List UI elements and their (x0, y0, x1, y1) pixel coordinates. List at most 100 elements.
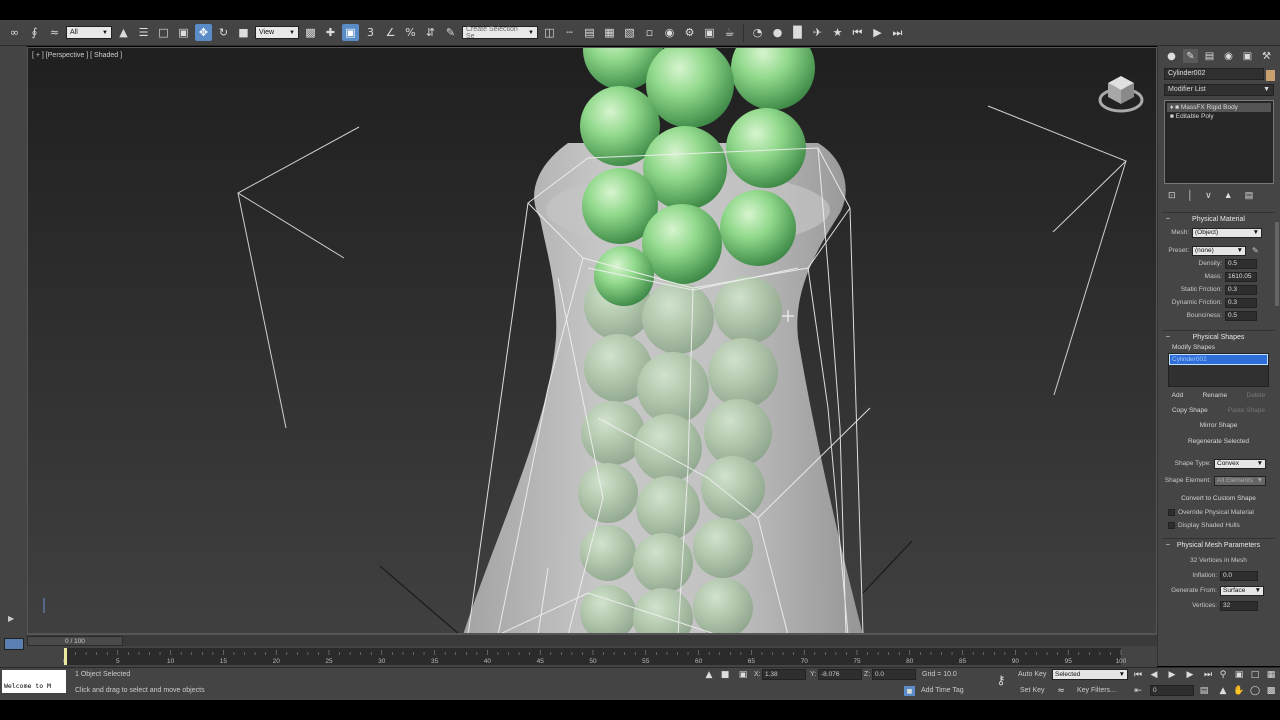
play-preview-icon[interactable]: ▶ (8, 614, 18, 624)
regenerate-selected-button[interactable]: Regenerate Selected (1162, 435, 1275, 447)
object-color-swatch[interactable] (1266, 70, 1275, 81)
maximize-viewport-icon[interactable]: ▩ (1264, 685, 1278, 697)
modifier-list-dropdown[interactable]: Modifier List ▼ (1164, 84, 1274, 96)
zoom-extents-icon[interactable]: □ (1248, 669, 1262, 681)
time-slider-thumb[interactable]: 0 / 100 (27, 636, 123, 646)
reference-coord-dropdown[interactable]: View ▼ (255, 26, 299, 39)
trackbar[interactable]: 0510152025303540455055606570758085909510… (27, 646, 1157, 667)
static-friction-field[interactable]: 0.3 (1225, 284, 1257, 295)
pin-stack-icon[interactable]: ⊡ (1168, 190, 1176, 200)
delete-shape-button[interactable]: Delete (1247, 390, 1266, 402)
z-coord-field[interactable]: 0.0 (872, 669, 916, 680)
preset-dropdown[interactable]: (none) ▼ (1192, 245, 1246, 256)
remove-modifier-icon[interactable]: ▲ (1224, 190, 1233, 200)
current-frame-field[interactable]: 0 (1150, 685, 1194, 696)
configure-sets-icon[interactable]: ▤ (1245, 190, 1254, 200)
set-key-button[interactable]: Set Key (1020, 687, 1045, 694)
motion-tab-icon[interactable]: ◉ (1221, 49, 1236, 63)
object-name-field[interactable]: Cylinder002 (1164, 68, 1264, 80)
bounciness-field[interactable]: 0.5 (1225, 310, 1257, 321)
bind-spacewarp-icon[interactable]: ≈ (46, 24, 63, 41)
physical-shapes-title[interactable]: Physical Shapes (1162, 331, 1275, 344)
mirror-shape-button[interactable]: Mirror Shape (1162, 419, 1275, 431)
layer-manager-icon[interactable]: ▤ (581, 24, 598, 41)
convert-custom-shape-button[interactable]: Convert to Custom Shape (1162, 492, 1275, 504)
mesh-dropdown[interactable]: (Object) ▼ (1192, 227, 1262, 238)
snaps-toggle-icon[interactable]: 3 (362, 24, 379, 41)
graphite-ribbon-icon[interactable]: ▦ (601, 24, 618, 41)
select-manipulate-icon[interactable]: ✚ (322, 24, 339, 41)
viewcube-icon[interactable] (1098, 70, 1144, 116)
play-animation-icon[interactable]: ▶ (1165, 669, 1179, 681)
set-key-mode-icon[interactable]: ⚷ (992, 673, 1010, 687)
rect-selection-region-icon[interactable]: □ (155, 24, 172, 41)
go-to-end-icon[interactable]: ⏭ (1201, 669, 1215, 681)
auto-key-button[interactable]: Auto Key (1018, 671, 1046, 678)
link-icon[interactable]: ∞ (6, 24, 23, 41)
shape-type-dropdown[interactable]: Convex ▼ (1214, 458, 1266, 469)
zoom-all-icon[interactable]: ▣ (1232, 669, 1246, 681)
isolate-selection-icon[interactable]: ▲ (702, 669, 716, 681)
pan-view-icon[interactable]: ✋ (1232, 685, 1246, 697)
zoom-extents-all-icon[interactable]: ▦ (1264, 669, 1278, 681)
spinner-snap-icon[interactable]: ⇵ (422, 24, 439, 41)
add-time-tag[interactable]: Add Time Tag (921, 687, 964, 694)
edit-named-selection-icon[interactable]: ✎ (442, 24, 459, 41)
make-unique-icon[interactable]: ∨ (1205, 190, 1212, 200)
stack-item-editable-poly[interactable]: ■ Editable Poly (1167, 112, 1271, 121)
key-mode-toggle-icon[interactable]: ⇤ (1131, 685, 1145, 697)
massfx-cloth-icon[interactable]: ✈ (809, 24, 826, 41)
density-field[interactable]: 0.5 (1225, 258, 1257, 269)
render-setup-icon[interactable]: ⚙ (681, 24, 698, 41)
copy-shape-button[interactable]: Copy Shape (1172, 405, 1208, 417)
eyedropper-icon[interactable]: ✎ (1252, 246, 1259, 255)
massfx-ragdoll-icon[interactable]: ★ (829, 24, 846, 41)
y-coord-field[interactable]: -8.076 (818, 669, 862, 680)
select-object-icon[interactable]: ▲ (115, 24, 132, 41)
massfx-reset-icon[interactable]: ⏮ (849, 24, 866, 41)
schematic-view-icon[interactable]: ▫ (641, 24, 658, 41)
viewport-perspective[interactable]: [ + ] [Perspective ] [ Shaded ] (27, 47, 1157, 634)
key-set-dropdown[interactable]: Selected ▼ (1052, 669, 1128, 680)
maxscript-listener[interactable]: Welcome to M (2, 681, 66, 693)
modify-tab-icon[interactable]: ✎ (1183, 49, 1198, 63)
previous-frame-icon[interactable]: ◀ (1147, 669, 1161, 681)
field-of-view-icon[interactable]: ▲ (1216, 685, 1230, 697)
mass-field[interactable]: 1610.05 (1225, 271, 1257, 282)
massfx-step-icon[interactable]: ⏭ (889, 24, 906, 41)
key-mode-icon[interactable]: ≈ (1054, 685, 1068, 697)
mini-curve-editor-button[interactable] (4, 638, 24, 650)
massfx-simulate-icon[interactable]: ▶ (869, 24, 886, 41)
select-by-name-icon[interactable]: ☰ (135, 24, 152, 41)
display-tab-icon[interactable]: ▣ (1240, 49, 1255, 63)
massfx-constraint-icon[interactable]: █ (789, 24, 806, 41)
zoom-icon[interactable]: ⚲ (1216, 669, 1230, 681)
create-tab-icon[interactable]: ● (1164, 49, 1179, 63)
add-shape-button[interactable]: Add (1172, 390, 1184, 402)
unlink-icon[interactable]: ∮ (26, 24, 43, 41)
maxscript-mini-listener-top[interactable] (2, 670, 66, 681)
stack-item-massfx[interactable]: ♦ ■ MassFX Rigid Body (1167, 103, 1271, 112)
key-filters-button[interactable]: Key Filters... (1077, 687, 1116, 694)
hierarchy-tab-icon[interactable]: ▤ (1202, 49, 1217, 63)
physical-mesh-title[interactable]: Physical Mesh Parameters (1162, 539, 1275, 552)
mirror-icon[interactable]: ◫ (541, 24, 558, 41)
show-end-result-icon[interactable]: │ (1188, 190, 1194, 200)
pivot-center-icon[interactable]: ▩ (302, 24, 319, 41)
select-and-move-icon[interactable]: ✥ (195, 24, 212, 41)
next-frame-icon[interactable]: ▶ (1183, 669, 1197, 681)
time-configuration-icon[interactable]: ▤ (1197, 685, 1211, 697)
paste-shape-button[interactable]: Paste Shape (1228, 405, 1265, 417)
absolute-transform-icon[interactable]: ▣ (736, 669, 750, 681)
display-hulls-checkbox[interactable] (1168, 522, 1175, 529)
physical-material-title[interactable]: Physical Material (1162, 213, 1275, 226)
align-icon[interactable]: ┄ (561, 24, 578, 41)
shape-element-dropdown[interactable]: All Elements ▼ (1214, 475, 1266, 486)
selection-lock-icon[interactable]: ■ (718, 669, 732, 681)
time-tag-icon[interactable]: ■ (904, 686, 915, 696)
curve-editor-icon[interactable]: ▧ (621, 24, 638, 41)
rendered-frame-window-icon[interactable]: ▣ (701, 24, 718, 41)
panel-scrollbar[interactable] (1275, 222, 1279, 306)
massfx-world-icon[interactable]: ◔ (749, 24, 766, 41)
render-production-icon[interactable]: ☕ (721, 24, 738, 41)
